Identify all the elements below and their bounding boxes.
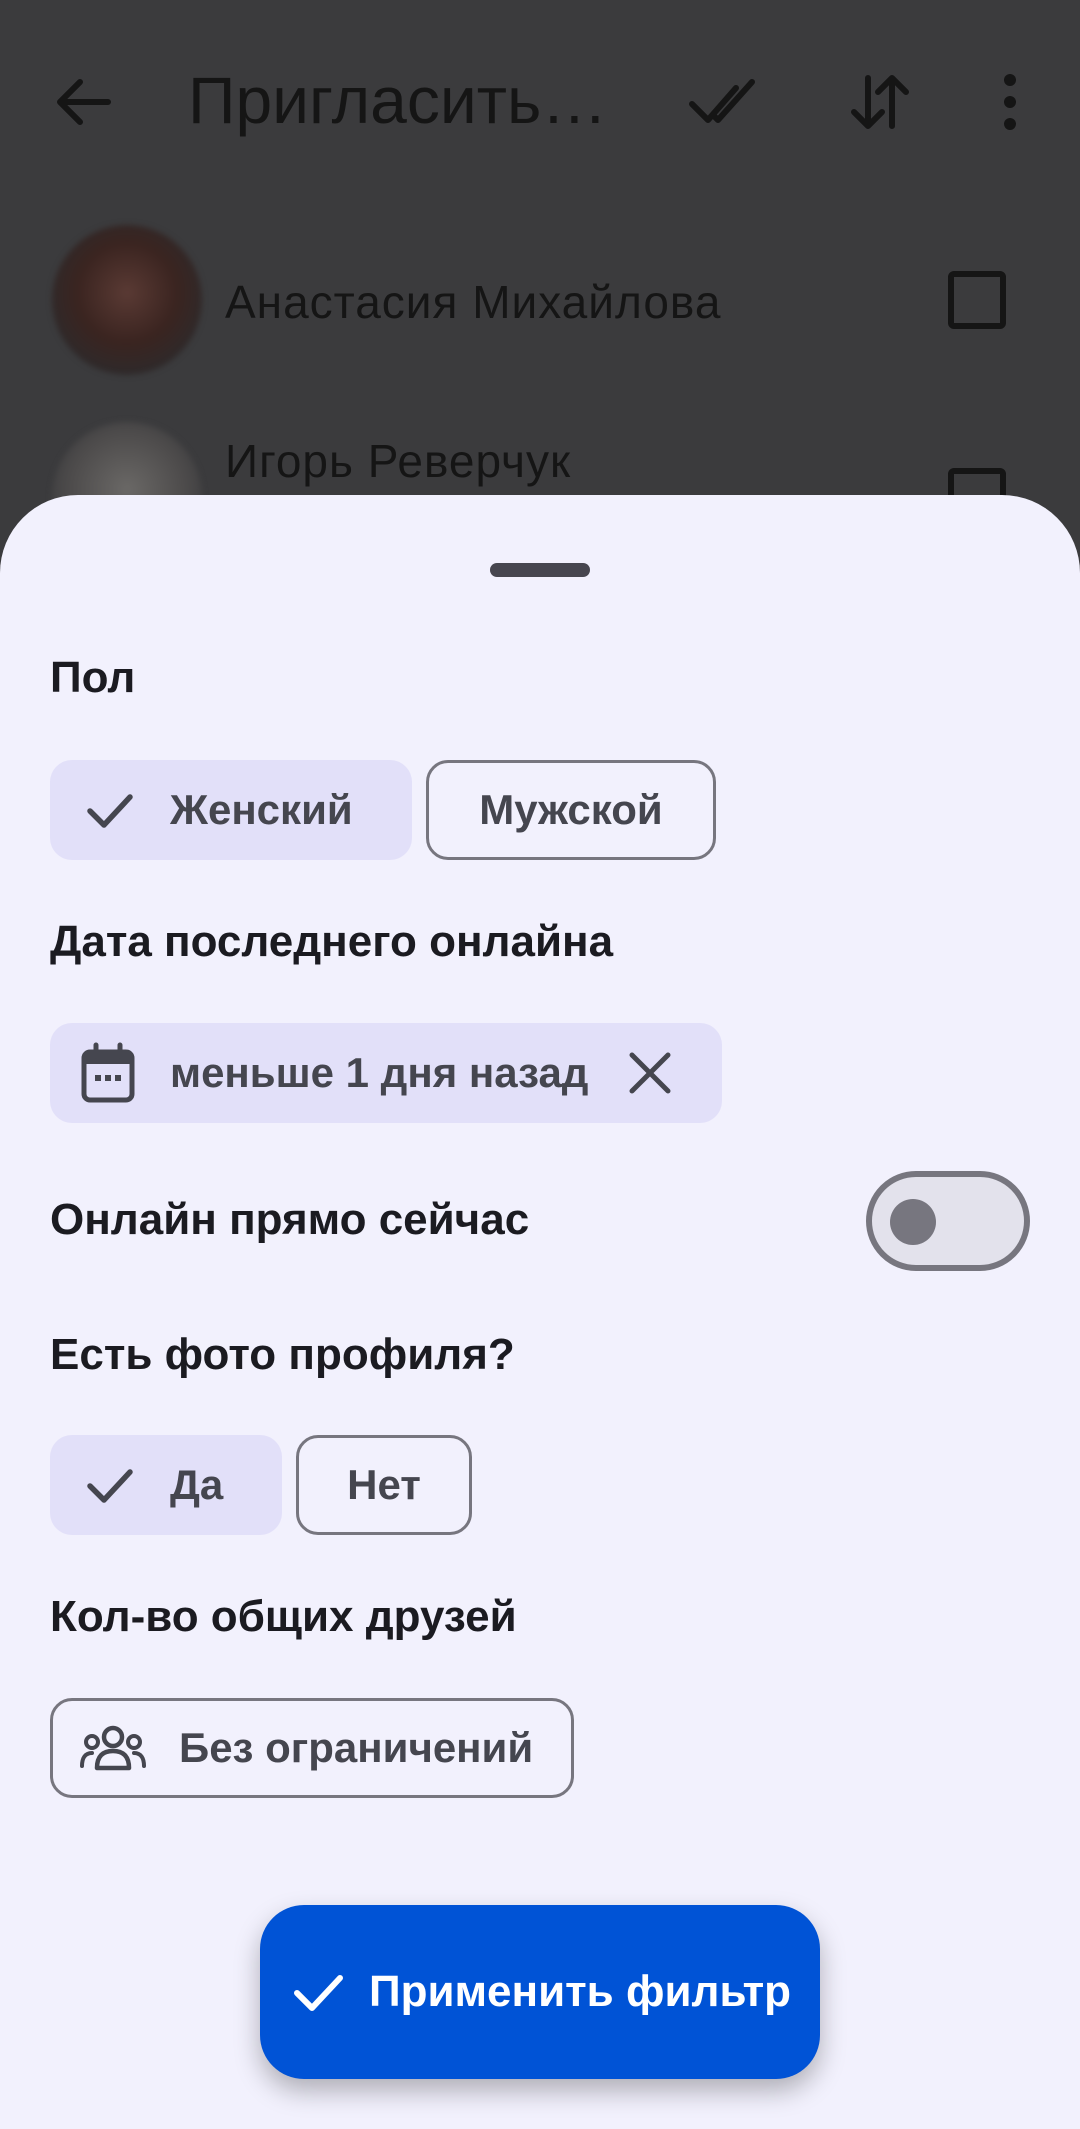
chip-label: Мужской bbox=[479, 786, 663, 833]
avatar bbox=[52, 225, 202, 375]
contact-checkbox[interactable] bbox=[948, 271, 1006, 329]
has-photo-yes-chip[interactable]: Да bbox=[50, 1435, 282, 1535]
chip-label: Женский bbox=[170, 786, 353, 833]
last-online-chip[interactable]: меньше 1 дня назад bbox=[50, 1023, 722, 1123]
gender-title: Пол bbox=[50, 653, 136, 702]
close-icon[interactable] bbox=[628, 1051, 672, 1095]
gender-female-chip[interactable]: Женский bbox=[50, 760, 412, 860]
online-now-title: Онлайн прямо сейчас bbox=[50, 1195, 530, 1244]
chip-label: Да bbox=[170, 1461, 224, 1508]
group-icon bbox=[79, 1722, 147, 1774]
chip-label: Без ограничений bbox=[179, 1724, 534, 1771]
switch-knob bbox=[890, 1199, 936, 1245]
check-icon bbox=[82, 1457, 138, 1513]
list-item[interactable]: Анастасия Михайлова bbox=[0, 225, 1080, 395]
filter-bottom-sheet: Пол Женский Мужской Дата последнего онла… bbox=[0, 495, 1080, 2129]
mutual-friends-title: Кол-во общих друзей bbox=[50, 1592, 517, 1641]
calendar-icon bbox=[80, 1042, 136, 1104]
apply-button-label: Применить фильтр bbox=[368, 1967, 792, 2016]
contact-name: Игорь Реверчук bbox=[225, 435, 572, 487]
chip-label: Нет bbox=[347, 1461, 421, 1508]
mutual-friends-chip[interactable]: Без ограничений bbox=[50, 1698, 574, 1798]
contact-name: Анастасия Михайлова bbox=[225, 276, 722, 328]
has-photo-title: Есть фото профиля? bbox=[50, 1330, 515, 1379]
page-title: Пригласить… bbox=[188, 63, 608, 137]
has-photo-no-chip[interactable]: Нет bbox=[296, 1435, 472, 1535]
drag-handle[interactable] bbox=[490, 563, 590, 577]
chip-label: меньше 1 дня назад bbox=[170, 1049, 589, 1096]
sort-icon[interactable] bbox=[848, 70, 912, 134]
apply-filter-button[interactable]: Применить фильтр bbox=[260, 1905, 820, 2079]
double-check-icon[interactable] bbox=[688, 70, 768, 134]
arrow-back-icon[interactable] bbox=[52, 70, 116, 134]
app-bar: Пригласить… bbox=[0, 0, 1080, 200]
check-icon bbox=[289, 1963, 347, 2021]
online-now-switch[interactable] bbox=[866, 1171, 1030, 1271]
check-icon bbox=[82, 782, 138, 838]
last-online-title: Дата последнего онлайна bbox=[50, 917, 614, 966]
more-vert-icon[interactable] bbox=[990, 70, 1030, 134]
gender-male-chip[interactable]: Мужской bbox=[426, 760, 716, 860]
